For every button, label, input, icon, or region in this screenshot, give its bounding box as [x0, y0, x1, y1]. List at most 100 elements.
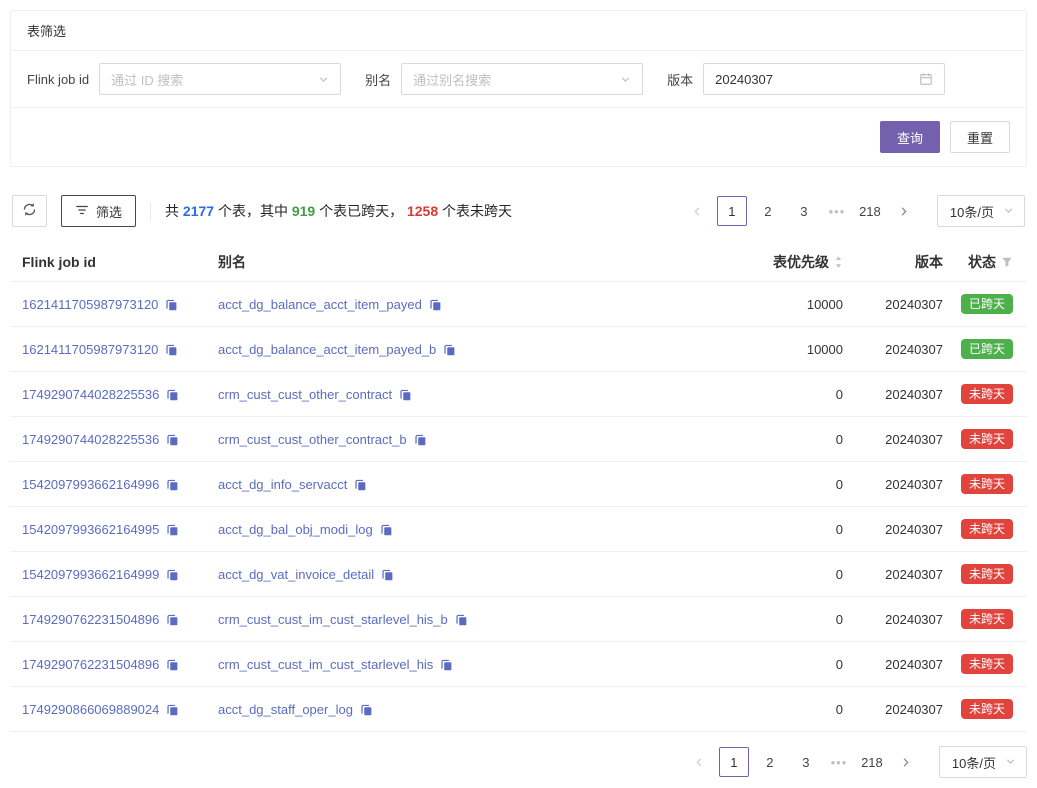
flink-job-id-link[interactable]: 1749290744028225536	[22, 387, 159, 402]
copy-icon[interactable]	[166, 388, 179, 401]
filter-funnel-icon[interactable]	[1001, 256, 1013, 268]
table-row: 1749290762231504896 crm_cust_cust_im_cust…	[10, 597, 1027, 642]
status-cell: 未跨天	[943, 699, 1013, 719]
alias-cell: crm_cust_cust_other_contract	[218, 387, 723, 402]
copy-icon[interactable]	[440, 658, 453, 671]
flink-job-id-link[interactable]: 1621411705987973120	[22, 297, 158, 312]
flink-job-id-link[interactable]: 1542097993662164996	[22, 477, 159, 492]
priority-cell: 0	[723, 477, 843, 492]
flink-job-id-cell: 1621411705987973120	[22, 297, 218, 312]
alias-link[interactable]: acct_dg_vat_invoice_detail	[218, 567, 374, 582]
version-cell: 20240307	[843, 522, 943, 537]
alias-cell: acct_dg_balance_acct_item_payed	[218, 297, 723, 312]
copy-icon[interactable]	[455, 613, 468, 626]
page-button-1[interactable]: 1	[719, 747, 749, 777]
field-flink-job-id: Flink job id 通过 ID 搜索	[27, 63, 341, 95]
table-row: 1542097993662164999 acct_dg_vat_invoice_d…	[10, 552, 1027, 597]
page-button-218[interactable]: 218	[857, 747, 887, 777]
copy-icon[interactable]	[166, 433, 179, 446]
page: 表筛选 Flink job id 通过 ID 搜索 别名 通过别名搜索	[0, 0, 1037, 788]
flink-job-id-link[interactable]: 1749290762231504896	[22, 657, 159, 672]
copy-icon[interactable]	[166, 703, 179, 716]
flink-job-id-select[interactable]: 通过 ID 搜索	[99, 63, 341, 95]
alias-link[interactable]: crm_cust_cust_im_cust_starlevel_his_b	[218, 612, 448, 627]
copy-icon[interactable]	[165, 298, 178, 311]
alias-link[interactable]: acct_dg_bal_obj_modi_log	[218, 522, 373, 537]
copy-icon[interactable]	[360, 703, 373, 716]
table-row: 1749290866069889024 acct_dg_staff_oper_lo…	[10, 687, 1027, 732]
copy-icon[interactable]	[414, 433, 427, 446]
search-button[interactable]: 查询	[880, 121, 940, 153]
flink-job-id-link[interactable]: 1749290744028225536	[22, 432, 159, 447]
col-priority[interactable]: 表优先级	[723, 252, 843, 272]
next-page-button[interactable]	[891, 196, 917, 226]
copy-icon[interactable]	[429, 298, 442, 311]
page-ellipsis[interactable]: •••	[825, 204, 849, 219]
alias-cell: crm_cust_cust_im_cust_starlevel_his_b	[218, 612, 723, 627]
copy-icon[interactable]	[166, 613, 179, 626]
flink-job-id-link[interactable]: 1621411705987973120	[22, 342, 158, 357]
version-date-input[interactable]: 20240307	[703, 63, 945, 95]
copy-icon[interactable]	[166, 568, 179, 581]
reset-button[interactable]: 重置	[950, 121, 1010, 153]
alias-link[interactable]: crm_cust_cust_other_contract	[218, 387, 392, 402]
field-version: 版本 20240307	[667, 63, 945, 95]
page-button-2[interactable]: 2	[753, 196, 783, 226]
page-button-3[interactable]: 3	[789, 196, 819, 226]
copy-icon[interactable]	[443, 343, 456, 356]
flink-job-id-link[interactable]: 1542097993662164999	[22, 567, 159, 582]
summary-prefix: 共	[165, 203, 183, 219]
alias-link[interactable]: crm_cust_cust_other_contract_b	[218, 432, 407, 447]
flink-job-id-cell: 1749290744028225536	[22, 432, 218, 447]
table-row: 1749290744028225536 crm_cust_cust_other_c…	[10, 417, 1027, 462]
page-ellipsis[interactable]: •••	[827, 755, 851, 770]
filter-panel: 表筛选 Flink job id 通过 ID 搜索 别名 通过别名搜索	[10, 10, 1027, 167]
vertical-divider	[150, 202, 151, 220]
alias-link[interactable]: crm_cust_cust_im_cust_starlevel_his	[218, 657, 433, 672]
prev-page-button[interactable]	[687, 747, 713, 777]
copy-icon[interactable]	[166, 658, 179, 671]
flink-job-id-link[interactable]: 1542097993662164995	[22, 522, 159, 537]
copy-icon[interactable]	[380, 523, 393, 536]
prev-page-button[interactable]	[685, 196, 711, 226]
copy-icon[interactable]	[166, 523, 179, 536]
filter-toggle-button[interactable]: 筛选	[61, 195, 136, 227]
chevron-down-icon	[620, 74, 631, 85]
col-status-label: 状态	[968, 252, 996, 272]
status-badge: 未跨天	[961, 384, 1013, 404]
alias-cell: acct_dg_bal_obj_modi_log	[218, 522, 723, 537]
next-page-button[interactable]	[893, 747, 919, 777]
page-button-2[interactable]: 2	[755, 747, 785, 777]
copy-icon[interactable]	[166, 478, 179, 491]
flink-job-id-link[interactable]: 1749290866069889024	[22, 702, 159, 717]
copy-icon[interactable]	[354, 478, 367, 491]
chevron-down-icon	[1005, 755, 1016, 770]
status-badge: 未跨天	[961, 474, 1013, 494]
flink-job-id-cell: 1542097993662164995	[22, 522, 218, 537]
page-size-select[interactable]: 10条/页	[937, 195, 1025, 227]
sort-icon[interactable]	[834, 255, 843, 269]
alias-cell: crm_cust_cust_im_cust_starlevel_his	[218, 657, 723, 672]
alias-link[interactable]: acct_dg_balance_acct_item_payed	[218, 297, 422, 312]
alias-select[interactable]: 通过别名搜索	[401, 63, 643, 95]
field-alias: 别名 通过别名搜索	[365, 63, 643, 95]
col-status[interactable]: 状态	[943, 252, 1013, 272]
alias-link[interactable]: acct_dg_staff_oper_log	[218, 702, 353, 717]
col-flink-job-id: Flink job id	[22, 254, 218, 270]
refresh-button[interactable]	[12, 195, 47, 227]
page-size-select[interactable]: 10条/页	[939, 746, 1027, 778]
version-cell: 20240307	[843, 567, 943, 582]
copy-icon[interactable]	[165, 343, 178, 356]
copy-icon[interactable]	[381, 568, 394, 581]
pagination-bottom: 123 ••• 218 10条/页	[687, 746, 1027, 778]
flink-job-id-link[interactable]: 1749290762231504896	[22, 612, 159, 627]
status-cell: 已跨天	[943, 294, 1013, 314]
page-button-3[interactable]: 3	[791, 747, 821, 777]
copy-icon[interactable]	[399, 388, 412, 401]
filter-actions: 查询 重置	[11, 108, 1026, 166]
pagination-top: 123 ••• 218 10条/页	[685, 195, 1025, 227]
alias-link[interactable]: acct_dg_info_servacct	[218, 477, 347, 492]
page-button-1[interactable]: 1	[717, 196, 747, 226]
alias-link[interactable]: acct_dg_balance_acct_item_payed_b	[218, 342, 436, 357]
page-button-218[interactable]: 218	[855, 196, 885, 226]
